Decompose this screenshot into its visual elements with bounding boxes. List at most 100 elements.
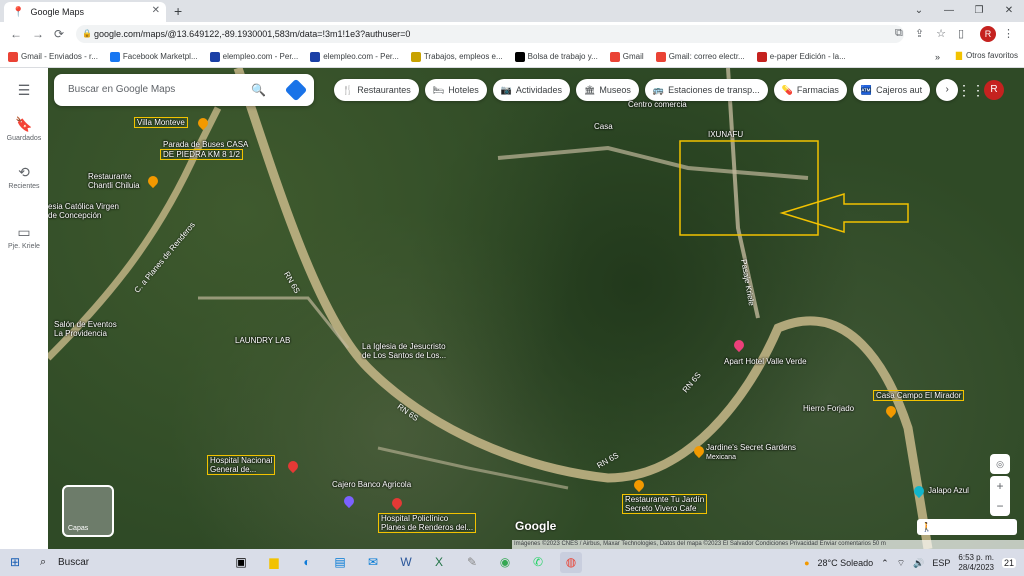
bookmark-label: Bolsa de trabajo y... bbox=[527, 52, 598, 61]
label-cajero[interactable]: Cajero Banco Agricola bbox=[332, 480, 411, 489]
label-jalapo-azul[interactable]: Jalapo Azul bbox=[928, 486, 969, 495]
bookmark-item[interactable]: Gmail: correo electr... bbox=[655, 51, 745, 62]
minimize-button[interactable]: — bbox=[934, 0, 964, 22]
chip-icon: 🍴 bbox=[342, 84, 354, 95]
maximize-button[interactable]: ❐ bbox=[964, 0, 994, 22]
side-panel-icon[interactable]: ▯ bbox=[958, 27, 964, 40]
search-icon[interactable]: 🔍 bbox=[251, 74, 266, 106]
bookmark-item[interactable]: elempleo.com - Per... bbox=[209, 51, 298, 62]
category-chip[interactable]: 💊 Farmacias bbox=[773, 79, 847, 101]
file-explorer-icon[interactable]: ▆ bbox=[263, 552, 285, 573]
category-chip[interactable]: 📷 Actividades bbox=[492, 79, 570, 101]
edge-icon[interactable]: ◐ bbox=[296, 552, 318, 573]
street-view-bar[interactable]: 🚶 bbox=[917, 519, 1017, 535]
open-in-app-icon[interactable]: ⧉ bbox=[895, 27, 903, 40]
label-hierro-forjado[interactable]: Hierro Forjado bbox=[803, 404, 854, 413]
tray-chevron-icon[interactable]: ⌃ bbox=[881, 558, 889, 569]
back-button[interactable]: ← bbox=[10, 27, 22, 41]
other-bookmarks[interactable]: ▇ Otros favoritos bbox=[956, 51, 1018, 60]
google-apps-icon[interactable]: ⋮⋮ bbox=[957, 82, 985, 99]
saved-button[interactable]: 🔖 Guardados bbox=[0, 116, 48, 142]
label-restaurante-jardin[interactable]: Restaurante Tu Jardín Secreto Vivero Caf… bbox=[621, 494, 708, 514]
label-parada[interactable]: Parada de Buses CASA bbox=[163, 140, 248, 149]
satellite-map[interactable]: Buscar en Google Maps 🔍 🍴 Restaurantes 🛏 Ho… bbox=[48, 68, 1024, 549]
pegman-icon[interactable]: 🚶 bbox=[921, 522, 932, 532]
label-casa-campo[interactable]: Casa Campo El Mirador bbox=[872, 390, 965, 401]
whatsapp-icon[interactable]: ✆ bbox=[527, 552, 549, 573]
search-box[interactable]: Buscar en Google Maps 🔍 bbox=[54, 74, 314, 106]
label-laundry[interactable]: LAUNDRY LAB bbox=[235, 336, 290, 345]
tab-search-button[interactable]: ⌄ bbox=[904, 0, 934, 22]
language-indicator[interactable]: ESP bbox=[932, 558, 950, 568]
chips-next-button[interactable]: › bbox=[936, 79, 959, 101]
chrome-icon[interactable]: ◍ bbox=[560, 552, 582, 573]
chip-label: Restaurantes bbox=[357, 85, 411, 95]
left-rail: ☰ 🔖 Guardados ⟲ Recientes ▭ Pje. Kriele bbox=[0, 68, 48, 549]
label-casa[interactable]: Casa bbox=[594, 122, 613, 131]
tab-google-maps[interactable]: 📍 Google Maps ✕ bbox=[4, 2, 166, 22]
attribution-text: Imágenes ©2023 CNES / Airbus, Maxar Tech… bbox=[514, 541, 886, 547]
bookmark-item[interactable]: elempleo.com - Per... bbox=[310, 51, 399, 62]
label-salon-eventos[interactable]: Salón de Eventos La Providencia bbox=[54, 320, 117, 338]
share-icon[interactable]: ⇪ bbox=[915, 27, 924, 40]
maps-profile-avatar[interactable]: R bbox=[984, 80, 1004, 100]
chrome-menu-icon[interactable]: ⋮ bbox=[1003, 27, 1014, 40]
category-chip[interactable]: 🛏 Hoteles bbox=[424, 79, 487, 101]
forward-button[interactable]: → bbox=[32, 27, 44, 41]
recent-button[interactable]: ⟲ Recientes bbox=[0, 164, 48, 190]
close-window-button[interactable]: ✕ bbox=[994, 0, 1024, 22]
bookmark-item[interactable]: Gmail bbox=[609, 51, 644, 62]
zoom-in-button[interactable]: + bbox=[990, 476, 1010, 496]
label-jardines[interactable]: Jardine's Secret Gardens bbox=[706, 443, 796, 452]
clock[interactable]: 6:53 p. m. 28/4/2023 bbox=[958, 553, 994, 573]
layers-button[interactable]: Capas bbox=[62, 485, 114, 537]
weather-text[interactable]: 28°C Soleado bbox=[818, 558, 874, 568]
menu-button[interactable]: ☰ bbox=[0, 82, 48, 101]
label-centro-comercial[interactable]: Centro comercia bbox=[628, 100, 687, 109]
network-icon[interactable]: ⌔ bbox=[897, 558, 905, 569]
bookmarks-overflow-button[interactable]: » bbox=[935, 52, 940, 62]
tab-close-icon[interactable]: ✕ bbox=[152, 5, 160, 16]
attribution-bar: Imágenes ©2023 CNES / Airbus, Maxar Tech… bbox=[512, 540, 1024, 549]
search-icon: ⌕ bbox=[40, 556, 47, 568]
mail-icon[interactable]: ✉ bbox=[362, 552, 384, 573]
label-iglesia-catolica[interactable]: esia Católica Virgen de Concepción bbox=[48, 202, 119, 220]
excel-icon[interactable]: X bbox=[428, 552, 450, 573]
profile-avatar[interactable]: R bbox=[980, 26, 996, 42]
notifications-badge[interactable]: 21 bbox=[1001, 558, 1016, 568]
word-icon[interactable]: W bbox=[395, 552, 417, 573]
bookmark-star-icon[interactable]: ☆ bbox=[936, 27, 946, 40]
url-field[interactable]: 🔒 google.com/maps/@13.649122,-89.1930001… bbox=[76, 25, 904, 43]
label-hospital-nacional[interactable]: Hospital Nacional General de... bbox=[206, 455, 276, 475]
label-restaurante-chantli[interactable]: Restaurante Chantli Chiluia bbox=[88, 172, 140, 190]
bookmark-item[interactable]: e-paper Edición - la... bbox=[756, 51, 846, 62]
reload-button[interactable]: ⟳ bbox=[54, 27, 64, 41]
bookmark-item[interactable]: Bolsa de trabajo y... bbox=[514, 51, 598, 62]
bookmark-item[interactable]: Facebook Marketpl... bbox=[109, 51, 198, 62]
category-chip[interactable]: 🏛 Museos bbox=[575, 79, 639, 101]
category-chip[interactable]: 🚌 Estaciones de transp... bbox=[644, 79, 768, 101]
taskbar-search[interactable]: ⌕ Buscar bbox=[36, 553, 226, 572]
bookmark-item[interactable]: Gmail - Enviados - r... bbox=[8, 51, 98, 62]
store-icon[interactable]: ▤ bbox=[329, 552, 351, 573]
volume-icon[interactable]: 🔊 bbox=[913, 558, 924, 569]
my-location-button[interactable]: ◎ bbox=[990, 454, 1010, 474]
category-chip[interactable]: 🍴 Restaurantes bbox=[334, 79, 419, 101]
new-tab-button[interactable]: + bbox=[174, 3, 182, 19]
label-apart-hotel[interactable]: Apart Hotel Valle Verde bbox=[724, 357, 807, 366]
label-hospital-policlinico[interactable]: Hospital Policlínico Planes de Renderos … bbox=[377, 513, 477, 533]
bookmark-label: e-paper Edición - la... bbox=[769, 52, 846, 61]
directions-icon[interactable] bbox=[284, 78, 308, 102]
windows-start-icon[interactable]: ⊞ bbox=[10, 555, 20, 569]
weather-icon[interactable]: ● bbox=[804, 558, 809, 568]
paint-icon[interactable]: ✎ bbox=[461, 552, 483, 573]
recent-place-button[interactable]: ▭ Pje. Kriele bbox=[0, 224, 48, 250]
label-piedra[interactable]: DE PIEDRA KM 8 1/2 bbox=[160, 149, 243, 160]
zoom-out-button[interactable]: − bbox=[990, 496, 1010, 516]
category-chip[interactable]: 🏧 Cajeros aut bbox=[852, 79, 931, 101]
bookmark-item[interactable]: Trabajos, empleos e... bbox=[410, 51, 503, 62]
maps-icon[interactable]: ◉ bbox=[494, 552, 516, 573]
label-iglesia-jesucristo[interactable]: La Iglesia de Jesucristo de Los Santos d… bbox=[362, 342, 446, 360]
task-view-icon[interactable]: ▣ bbox=[230, 552, 252, 573]
label-villa-monteve[interactable]: Villa Monteve bbox=[134, 117, 188, 128]
